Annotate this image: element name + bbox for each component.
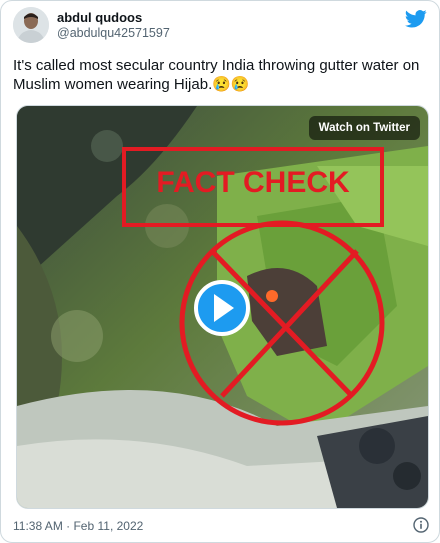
video-thumbnail[interactable]: FACT CHECK Watch on Twitter xyxy=(16,105,429,509)
fact-check-label: FACT CHECK xyxy=(156,166,350,199)
twitter-bird-icon[interactable] xyxy=(405,9,427,29)
author-name[interactable]: abdul qudoos xyxy=(57,10,142,25)
video-frame: FACT CHECK xyxy=(17,106,428,508)
tweet-header: abdul qudoos @abdulqu42571597 xyxy=(13,7,427,45)
tweet-timestamp[interactable]: 11:38 AM · Feb 11, 2022 xyxy=(13,519,143,533)
author-handle[interactable]: @abdulqu42571597 xyxy=(57,26,170,40)
watch-on-twitter-button[interactable]: Watch on Twitter xyxy=(308,116,420,140)
tweet-card[interactable]: abdul qudoos @abdulqu42571597 It's calle… xyxy=(0,0,440,543)
play-icon[interactable] xyxy=(194,280,250,336)
tweet-text: It's called most secular country India t… xyxy=(13,57,420,93)
avatar[interactable] xyxy=(13,7,49,43)
info-icon[interactable] xyxy=(413,517,429,533)
